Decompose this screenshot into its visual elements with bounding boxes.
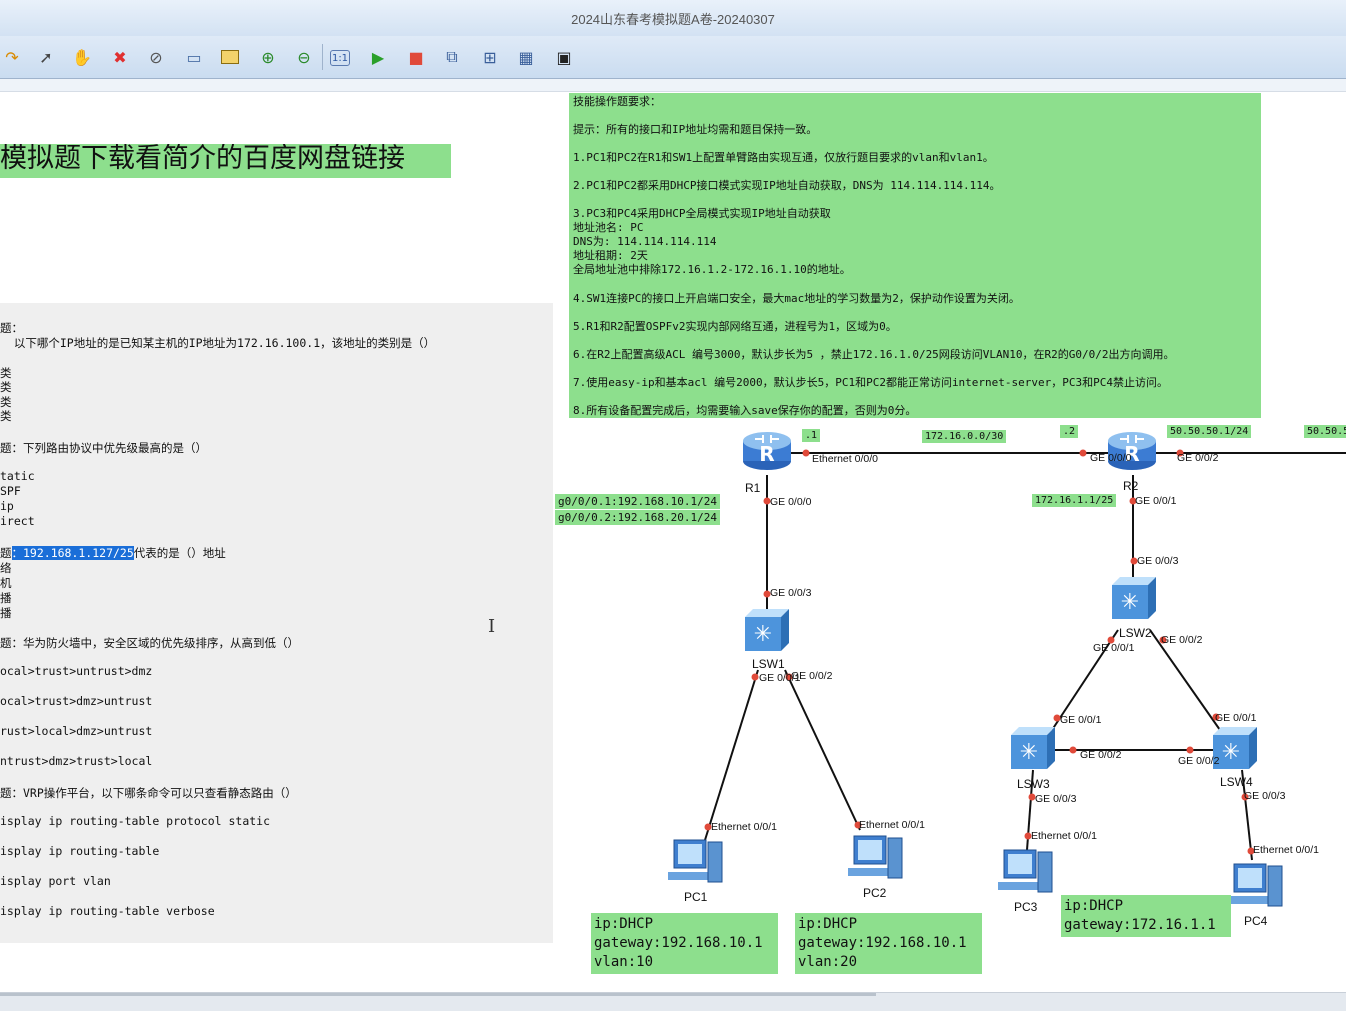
pc1-info-box[interactable]: ip:DHCP gateway:192.168.10.1 vlan:10 xyxy=(591,913,778,974)
port-dot xyxy=(802,449,810,457)
svg-text:✳: ✳ xyxy=(1020,740,1038,765)
port-label: GE 0/0/1 xyxy=(1135,495,1177,507)
port-label: GE 0/0/3 xyxy=(1137,555,1179,567)
port-dot xyxy=(1069,746,1077,754)
info-line: vlan:10 xyxy=(594,954,654,970)
r1-subinterface-label[interactable]: g0/0/0.2:192.168.20.1/24 xyxy=(555,510,720,525)
switch-lsw2-icon[interactable]: ✳ xyxy=(1112,577,1158,621)
port-dot xyxy=(1079,449,1087,457)
svg-text:✳: ✳ xyxy=(1222,740,1240,765)
pc3-icon[interactable] xyxy=(998,848,1054,898)
port-label: GE 0/0/2 xyxy=(1080,749,1122,761)
port-label: GE 0/0/2 xyxy=(791,670,833,682)
pc3-pc4-info-box[interactable]: ip:DHCP gateway:172.16.1.1 xyxy=(1061,895,1231,937)
router-r1-icon[interactable]: R xyxy=(741,427,793,473)
port-label: GE 0/0/2 xyxy=(1178,755,1220,767)
pc4-icon[interactable] xyxy=(1228,862,1284,912)
link-lsw1-pc1 xyxy=(704,669,759,841)
link-network-label[interactable]: 172.16.0.0/30 xyxy=(922,430,1007,443)
scrollbar-thumb[interactable] xyxy=(0,993,876,996)
device-label-pc2: PC2 xyxy=(863,886,887,900)
info-line: ip:DHCP xyxy=(798,916,858,932)
port-label: Ethernet 0/0/1 xyxy=(711,821,777,833)
device-label-r1: R1 xyxy=(745,481,761,495)
r2-ip-label[interactable]: .2 xyxy=(1060,425,1079,438)
pc1-icon[interactable] xyxy=(668,838,724,888)
port-label: GE 0/0/3 xyxy=(1035,793,1077,805)
r1-subinterface-label[interactable]: g0/0/0.1:192.168.10.1/24 xyxy=(555,494,720,509)
port-label: GE 0/0/0 xyxy=(770,496,812,508)
port-label: GE 0/0/1 xyxy=(1060,714,1102,726)
device-label-lsw1: LSW1 xyxy=(752,657,785,671)
device-label-pc3: PC3 xyxy=(1014,900,1038,914)
port-label: GE 0/0/2 xyxy=(1161,634,1203,646)
device-label-lsw2: LSW2 xyxy=(1119,626,1152,640)
router-r2-icon[interactable]: R xyxy=(1106,427,1158,473)
wan-label-cut[interactable]: 50.50.5 xyxy=(1304,425,1346,438)
port-label: GE 0/0/3 xyxy=(1244,790,1286,802)
device-label-pc4: PC4 xyxy=(1244,914,1268,928)
r2-lan-label[interactable]: 172.16.1.1/25 xyxy=(1032,494,1117,507)
pc2-info-box[interactable]: ip:DHCP gateway:192.168.10.1 vlan:20 xyxy=(795,913,982,974)
r1-ip-label[interactable]: .1 xyxy=(802,429,821,442)
link-lsw1-pc2 xyxy=(784,669,861,831)
device-label-lsw3: LSW3 xyxy=(1017,777,1050,791)
port-dot xyxy=(1186,746,1194,754)
info-line: gateway:172.16.1.1 xyxy=(1064,917,1216,933)
switch-lsw1-icon[interactable]: ✳ xyxy=(745,609,791,653)
r2-wan-label[interactable]: 50.50.50.1/24 xyxy=(1167,425,1252,438)
switch-lsw3-icon[interactable]: ✳ xyxy=(1011,727,1057,771)
svg-text:R: R xyxy=(759,442,774,466)
port-dot xyxy=(751,673,759,681)
svg-text:✳: ✳ xyxy=(1121,590,1139,615)
device-label-r2: R2 xyxy=(1123,479,1139,493)
info-line: vlan:20 xyxy=(798,954,858,970)
port-label: GE 0/0/0 xyxy=(1090,452,1132,464)
device-label-pc1: PC1 xyxy=(684,890,708,904)
svg-text:✳: ✳ xyxy=(754,622,772,647)
device-label-lsw4: LSW4 xyxy=(1220,775,1253,789)
port-label: Ethernet 0/0/0 xyxy=(812,453,878,465)
info-line: gateway:192.168.10.1 xyxy=(798,935,967,951)
info-line: ip:DHCP xyxy=(1064,898,1124,914)
port-label: Ethernet 0/0/1 xyxy=(1253,844,1319,856)
port-label: GE 0/0/1 xyxy=(1215,712,1257,724)
port-label: Ethernet 0/0/1 xyxy=(859,819,925,831)
pc2-icon[interactable] xyxy=(848,834,904,884)
port-label: GE 0/0/1 xyxy=(1093,642,1135,654)
port-label: GE 0/0/2 xyxy=(1177,452,1219,464)
port-label: Ethernet 0/0/1 xyxy=(1031,830,1097,842)
port-label: GE 0/0/3 xyxy=(770,587,812,599)
info-line: gateway:192.168.10.1 xyxy=(594,935,763,951)
switch-lsw4-icon[interactable]: ✳ xyxy=(1213,727,1259,771)
horizontal-scrollbar[interactable] xyxy=(0,992,1346,1011)
info-line: ip:DHCP xyxy=(594,916,654,932)
